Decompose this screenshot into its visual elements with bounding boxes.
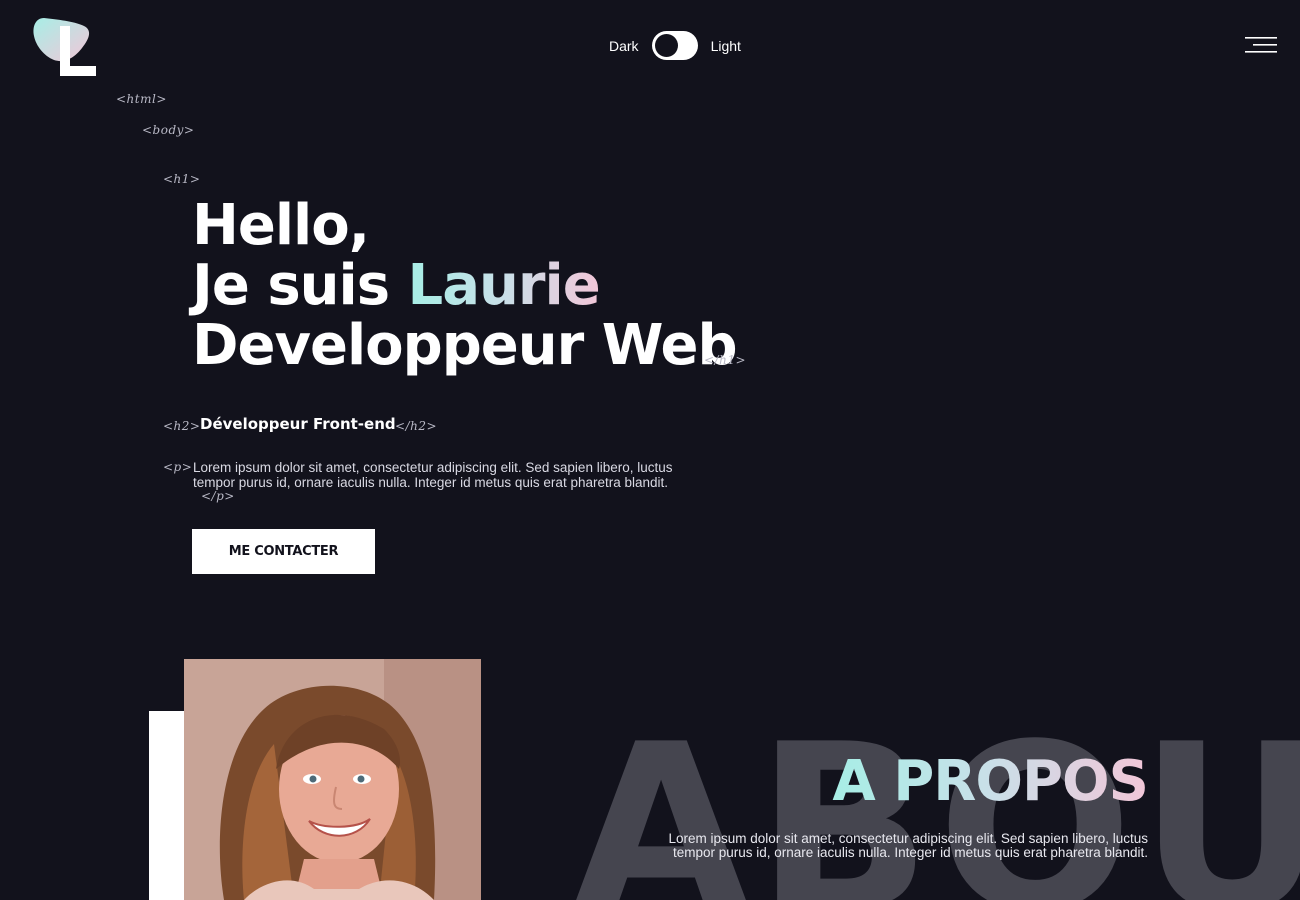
h2-close-tag: </h2>: [395, 419, 438, 433]
contact-button[interactable]: ME CONTACTER: [192, 529, 375, 574]
hero-line-2-prefix: Je suis: [192, 253, 408, 318]
hero-subtitle: Développeur Front-end: [200, 415, 396, 433]
hero-line-1: Hello,: [192, 193, 370, 258]
h1-open-tag: <h1>: [163, 172, 201, 186]
h1-close-tag: </h1>: [704, 353, 747, 367]
hero-heading: Hello, Je suis Laurie Developpeur Web: [192, 193, 738, 378]
switch-knob: [654, 34, 678, 57]
menu-button[interactable]: [1243, 35, 1279, 55]
logo[interactable]: [32, 16, 98, 78]
hero-paragraph: Lorem ipsum dolor sit amet, consectetur …: [193, 460, 673, 490]
p-close-tag: </p>: [201, 489, 235, 503]
hamburger-icon: [1245, 37, 1277, 53]
about-paragraph: Lorem ipsum dolor sit amet, consectetur …: [668, 831, 1149, 860]
about-title: A PROPOS: [832, 749, 1149, 814]
html-open-tag: <html>: [116, 92, 167, 106]
hero-line-3: Developpeur Web: [192, 313, 738, 378]
theme-toggle: Dark Light: [609, 31, 741, 60]
hero-name: Laurie: [407, 253, 601, 318]
photo-accent-bar: [149, 711, 189, 900]
dark-label: Dark: [609, 37, 639, 54]
logo-mark-icon: [33, 18, 96, 76]
h2-open-tag: <h2>: [163, 419, 201, 433]
theme-switch[interactable]: [651, 31, 698, 60]
p-open-tag: <p>: [163, 460, 193, 474]
body-open-tag: <body>: [142, 123, 195, 137]
profile-photo: [184, 659, 481, 900]
portrait-image: [184, 659, 481, 900]
light-label: Light: [710, 37, 741, 54]
